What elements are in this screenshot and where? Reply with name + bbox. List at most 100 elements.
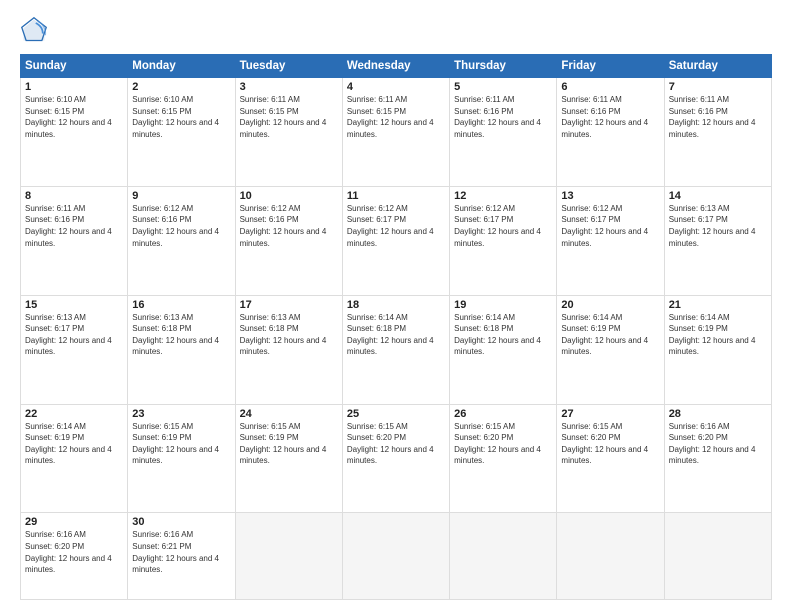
day-info: Sunrise: 6:15 AMSunset: 6:20 PMDaylight:… [454, 421, 552, 467]
calendar-week-2: 8Sunrise: 6:11 AMSunset: 6:16 PMDaylight… [21, 186, 772, 295]
day-number: 23 [132, 408, 230, 420]
calendar-cell: 23Sunrise: 6:15 AMSunset: 6:19 PMDayligh… [128, 404, 235, 513]
calendar-cell: 19Sunrise: 6:14 AMSunset: 6:18 PMDayligh… [450, 295, 557, 404]
calendar-cell: 2Sunrise: 6:10 AMSunset: 6:15 PMDaylight… [128, 78, 235, 187]
day-number: 2 [132, 81, 230, 93]
day-info: Sunrise: 6:10 AMSunset: 6:15 PMDaylight:… [132, 94, 230, 140]
calendar-cell: 11Sunrise: 6:12 AMSunset: 6:17 PMDayligh… [342, 186, 449, 295]
calendar-table: SundayMondayTuesdayWednesdayThursdayFrid… [20, 54, 772, 600]
day-info: Sunrise: 6:14 AMSunset: 6:18 PMDaylight:… [347, 312, 445, 358]
day-number: 29 [25, 516, 123, 528]
calendar-cell: 27Sunrise: 6:15 AMSunset: 6:20 PMDayligh… [557, 404, 664, 513]
calendar-cell: 21Sunrise: 6:14 AMSunset: 6:19 PMDayligh… [664, 295, 771, 404]
calendar-cell [664, 513, 771, 600]
day-number: 12 [454, 190, 552, 202]
day-info: Sunrise: 6:14 AMSunset: 6:18 PMDaylight:… [454, 312, 552, 358]
day-number: 16 [132, 299, 230, 311]
calendar-cell: 8Sunrise: 6:11 AMSunset: 6:16 PMDaylight… [21, 186, 128, 295]
calendar-cell: 26Sunrise: 6:15 AMSunset: 6:20 PMDayligh… [450, 404, 557, 513]
day-info: Sunrise: 6:12 AMSunset: 6:17 PMDaylight:… [561, 203, 659, 249]
day-header-wednesday: Wednesday [342, 55, 449, 78]
day-info: Sunrise: 6:11 AMSunset: 6:16 PMDaylight:… [454, 94, 552, 140]
calendar-week-4: 22Sunrise: 6:14 AMSunset: 6:19 PMDayligh… [21, 404, 772, 513]
day-number: 18 [347, 299, 445, 311]
day-number: 24 [240, 408, 338, 420]
day-info: Sunrise: 6:15 AMSunset: 6:19 PMDaylight:… [132, 421, 230, 467]
calendar-cell: 7Sunrise: 6:11 AMSunset: 6:16 PMDaylight… [664, 78, 771, 187]
day-number: 27 [561, 408, 659, 420]
day-number: 5 [454, 81, 552, 93]
calendar-cell: 29Sunrise: 6:16 AMSunset: 6:20 PMDayligh… [21, 513, 128, 600]
day-number: 4 [347, 81, 445, 93]
day-number: 25 [347, 408, 445, 420]
day-info: Sunrise: 6:10 AMSunset: 6:15 PMDaylight:… [25, 94, 123, 140]
day-info: Sunrise: 6:11 AMSunset: 6:15 PMDaylight:… [347, 94, 445, 140]
day-number: 13 [561, 190, 659, 202]
day-number: 6 [561, 81, 659, 93]
day-number: 7 [669, 81, 767, 93]
day-info: Sunrise: 6:14 AMSunset: 6:19 PMDaylight:… [669, 312, 767, 358]
day-info: Sunrise: 6:15 AMSunset: 6:19 PMDaylight:… [240, 421, 338, 467]
day-info: Sunrise: 6:14 AMSunset: 6:19 PMDaylight:… [561, 312, 659, 358]
day-number: 19 [454, 299, 552, 311]
calendar-cell [342, 513, 449, 600]
day-info: Sunrise: 6:15 AMSunset: 6:20 PMDaylight:… [347, 421, 445, 467]
day-number: 28 [669, 408, 767, 420]
day-header-tuesday: Tuesday [235, 55, 342, 78]
day-number: 21 [669, 299, 767, 311]
calendar-cell: 12Sunrise: 6:12 AMSunset: 6:17 PMDayligh… [450, 186, 557, 295]
calendar-cell: 30Sunrise: 6:16 AMSunset: 6:21 PMDayligh… [128, 513, 235, 600]
header [20, 16, 772, 44]
day-info: Sunrise: 6:13 AMSunset: 6:18 PMDaylight:… [240, 312, 338, 358]
day-number: 22 [25, 408, 123, 420]
calendar-week-3: 15Sunrise: 6:13 AMSunset: 6:17 PMDayligh… [21, 295, 772, 404]
day-info: Sunrise: 6:16 AMSunset: 6:20 PMDaylight:… [25, 529, 123, 575]
calendar-cell [450, 513, 557, 600]
day-number: 10 [240, 190, 338, 202]
day-info: Sunrise: 6:13 AMSunset: 6:17 PMDaylight:… [669, 203, 767, 249]
day-number: 14 [669, 190, 767, 202]
calendar-cell: 28Sunrise: 6:16 AMSunset: 6:20 PMDayligh… [664, 404, 771, 513]
calendar-cell [235, 513, 342, 600]
calendar-cell: 13Sunrise: 6:12 AMSunset: 6:17 PMDayligh… [557, 186, 664, 295]
logo-icon [20, 16, 48, 44]
day-info: Sunrise: 6:12 AMSunset: 6:17 PMDaylight:… [454, 203, 552, 249]
day-number: 15 [25, 299, 123, 311]
day-info: Sunrise: 6:11 AMSunset: 6:15 PMDaylight:… [240, 94, 338, 140]
calendar-cell: 14Sunrise: 6:13 AMSunset: 6:17 PMDayligh… [664, 186, 771, 295]
calendar-cell: 24Sunrise: 6:15 AMSunset: 6:19 PMDayligh… [235, 404, 342, 513]
calendar-week-5: 29Sunrise: 6:16 AMSunset: 6:20 PMDayligh… [21, 513, 772, 600]
day-info: Sunrise: 6:13 AMSunset: 6:17 PMDaylight:… [25, 312, 123, 358]
calendar-cell: 18Sunrise: 6:14 AMSunset: 6:18 PMDayligh… [342, 295, 449, 404]
calendar-cell: 5Sunrise: 6:11 AMSunset: 6:16 PMDaylight… [450, 78, 557, 187]
calendar-cell: 6Sunrise: 6:11 AMSunset: 6:16 PMDaylight… [557, 78, 664, 187]
day-info: Sunrise: 6:12 AMSunset: 6:16 PMDaylight:… [240, 203, 338, 249]
day-number: 9 [132, 190, 230, 202]
calendar-cell: 16Sunrise: 6:13 AMSunset: 6:18 PMDayligh… [128, 295, 235, 404]
day-header-saturday: Saturday [664, 55, 771, 78]
day-info: Sunrise: 6:14 AMSunset: 6:19 PMDaylight:… [25, 421, 123, 467]
day-info: Sunrise: 6:15 AMSunset: 6:20 PMDaylight:… [561, 421, 659, 467]
day-number: 8 [25, 190, 123, 202]
day-info: Sunrise: 6:16 AMSunset: 6:20 PMDaylight:… [669, 421, 767, 467]
calendar-cell: 17Sunrise: 6:13 AMSunset: 6:18 PMDayligh… [235, 295, 342, 404]
day-info: Sunrise: 6:12 AMSunset: 6:16 PMDaylight:… [132, 203, 230, 249]
day-number: 30 [132, 516, 230, 528]
calendar-cell: 3Sunrise: 6:11 AMSunset: 6:15 PMDaylight… [235, 78, 342, 187]
day-number: 11 [347, 190, 445, 202]
day-info: Sunrise: 6:11 AMSunset: 6:16 PMDaylight:… [25, 203, 123, 249]
day-info: Sunrise: 6:11 AMSunset: 6:16 PMDaylight:… [669, 94, 767, 140]
day-info: Sunrise: 6:12 AMSunset: 6:17 PMDaylight:… [347, 203, 445, 249]
calendar-cell: 22Sunrise: 6:14 AMSunset: 6:19 PMDayligh… [21, 404, 128, 513]
day-number: 17 [240, 299, 338, 311]
calendar-cell: 10Sunrise: 6:12 AMSunset: 6:16 PMDayligh… [235, 186, 342, 295]
calendar-cell: 1Sunrise: 6:10 AMSunset: 6:15 PMDaylight… [21, 78, 128, 187]
day-header-friday: Friday [557, 55, 664, 78]
page: SundayMondayTuesdayWednesdayThursdayFrid… [0, 0, 792, 612]
calendar-cell: 20Sunrise: 6:14 AMSunset: 6:19 PMDayligh… [557, 295, 664, 404]
calendar-cell: 25Sunrise: 6:15 AMSunset: 6:20 PMDayligh… [342, 404, 449, 513]
calendar-week-1: 1Sunrise: 6:10 AMSunset: 6:15 PMDaylight… [21, 78, 772, 187]
calendar-body: 1Sunrise: 6:10 AMSunset: 6:15 PMDaylight… [21, 78, 772, 600]
calendar-cell: 9Sunrise: 6:12 AMSunset: 6:16 PMDaylight… [128, 186, 235, 295]
calendar-header-row: SundayMondayTuesdayWednesdayThursdayFrid… [21, 55, 772, 78]
